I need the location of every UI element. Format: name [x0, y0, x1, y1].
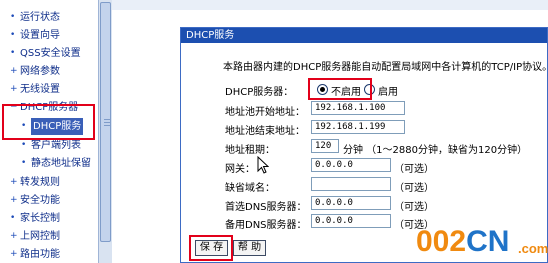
- radio-disable-label[interactable]: 不启用: [331, 83, 361, 98]
- bullet-icon: •: [21, 121, 27, 131]
- expand-icon: +: [10, 177, 18, 187]
- expand-icon: +: [10, 66, 18, 76]
- mouse-pointer-icon: [257, 156, 269, 174]
- lease-label: 地址租期：: [225, 145, 275, 156]
- radio-selected-dot: [320, 87, 325, 92]
- menu-item-dhcp-service[interactable]: • DHCP服务: [0, 118, 98, 135]
- pool-end-input[interactable]: 192.168.1.199: [311, 120, 405, 134]
- menu-item-security[interactable]: + 安全功能: [0, 192, 98, 209]
- menu-item-static-address[interactable]: • 静态地址保留: [0, 155, 98, 172]
- dns1-optional: （可选）: [394, 202, 434, 213]
- menu-item-parental-control[interactable]: • 家长控制: [0, 210, 98, 227]
- watermark-logo: 002CN .com: [416, 224, 548, 263]
- collapse-icon: −: [10, 102, 18, 112]
- bullet-icon: •: [10, 48, 16, 58]
- radio-disable[interactable]: [317, 84, 328, 95]
- menu-item-dhcp-server[interactable]: − DHCP服务器: [0, 99, 98, 116]
- menu-item-routing[interactable]: + 路由功能: [0, 246, 98, 263]
- radio-enable-label[interactable]: 启用: [378, 83, 398, 98]
- menu-item-forwarding[interactable]: + 转发规则: [0, 174, 98, 191]
- dns1-label: 首选DNS服务器：: [225, 202, 307, 213]
- dns2-label: 备用DNS服务器：: [225, 220, 307, 231]
- menu-item-wireless[interactable]: + 无线设置: [0, 81, 98, 98]
- menu-item-network[interactable]: + 网络参数: [0, 63, 98, 80]
- lease-input[interactable]: 120: [311, 139, 339, 153]
- pool-end-label: 地址池结束地址：: [225, 126, 305, 137]
- watermark-text-orange: 002: [416, 225, 467, 258]
- sidebar-menu: • 运行状态 • 设置向导 • QSS安全设置 + 网络参数 + 无线设置 − DHCP服务…: [0, 0, 98, 263]
- sidebar-scrollbar[interactable]: [98, 0, 112, 263]
- scrollbar-thumb[interactable]: [100, 2, 111, 242]
- dns2-input[interactable]: 0.0.0.0: [311, 214, 391, 228]
- gateway-input[interactable]: 0.0.0.0: [311, 158, 391, 172]
- menu-item-running-status[interactable]: • 运行状态: [0, 9, 98, 26]
- radio-enable[interactable]: [364, 84, 375, 95]
- top-band: [112, 0, 548, 10]
- grip-line: [104, 122, 110, 123]
- domain-input[interactable]: [311, 177, 391, 191]
- domain-label: 缺省域名：: [225, 183, 275, 194]
- panel-description: 本路由器内建的DHCP服务器能自动配置局域网中各计算机的TCP/IP协议。: [223, 62, 548, 73]
- bullet-icon: •: [10, 213, 16, 223]
- pool-start-input[interactable]: 192.168.1.100: [311, 101, 405, 115]
- menu-item-qss[interactable]: • QSS安全设置: [0, 45, 98, 62]
- expand-icon: +: [10, 231, 18, 241]
- lease-hint: 分钟 （1～2880分钟，缺省为120分钟）: [343, 145, 528, 156]
- grip-line: [104, 119, 110, 120]
- watermark-suffix: .com: [518, 241, 548, 256]
- panel-title: DHCP服务: [181, 28, 547, 43]
- dhcp-server-label: DHCP服务器：: [225, 87, 294, 98]
- bullet-icon: •: [21, 140, 27, 150]
- gateway-label: 网关：: [225, 164, 255, 175]
- bullet-icon: •: [21, 158, 27, 168]
- expand-icon: +: [10, 249, 18, 259]
- bullet-icon: •: [10, 12, 16, 22]
- save-button[interactable]: 保 存: [195, 240, 228, 256]
- dns1-input[interactable]: 0.0.0.0: [311, 196, 391, 210]
- menu-item-access-control[interactable]: + 上网控制: [0, 228, 98, 245]
- gateway-optional: （可选）: [394, 164, 434, 175]
- domain-optional: （可选）: [394, 183, 434, 194]
- watermark-text-blue: CN: [466, 225, 510, 258]
- expand-icon: +: [10, 195, 18, 205]
- bullet-icon: •: [10, 30, 16, 40]
- grip-line: [104, 125, 110, 126]
- help-button[interactable]: 帮 助: [233, 240, 266, 256]
- menu-item-client-list[interactable]: • 客户端列表: [0, 137, 98, 154]
- menu-item-setup-wizard[interactable]: • 设置向导: [0, 27, 98, 44]
- pool-start-label: 地址池开始地址：: [225, 107, 305, 118]
- expand-icon: +: [10, 84, 18, 94]
